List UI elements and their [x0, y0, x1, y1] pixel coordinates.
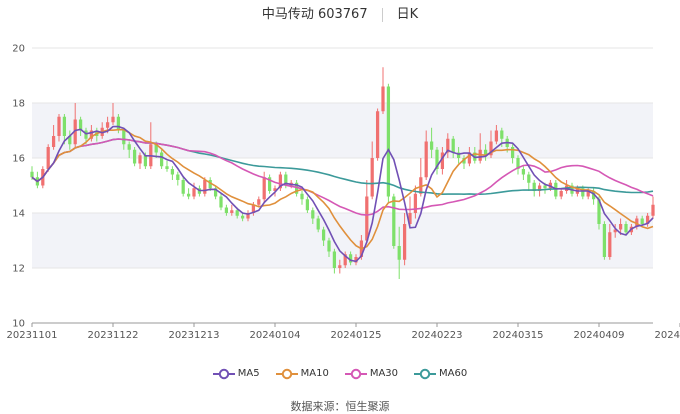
- candle-body: [219, 196, 223, 208]
- x-tick-label: 20240223: [412, 330, 463, 341]
- candle-body: [381, 86, 385, 112]
- legend-marker-icon: [212, 368, 235, 380]
- candle-body: [316, 218, 320, 230]
- candle-body: [375, 111, 380, 158]
- candle-body: [30, 171, 34, 178]
- x-tick-label: 20231122: [88, 330, 139, 341]
- candle-body: [105, 122, 110, 128]
- legend-item-ma60[interactable]: MA60: [414, 367, 467, 382]
- legend-label: MA60: [439, 368, 468, 379]
- candle-body: [132, 149, 137, 164]
- legend-label: MA5: [237, 368, 260, 379]
- candle-body: [527, 174, 531, 183]
- candle-body: [176, 174, 180, 180]
- data-source: 数据来源：恒生聚源: [290, 400, 390, 413]
- candle-body: [510, 147, 515, 158]
- x-tick-label: 20231213: [169, 330, 220, 341]
- candle-body: [203, 180, 207, 194]
- candle-body: [521, 169, 526, 175]
- candle-body: [338, 265, 342, 268]
- legend-item-ma5[interactable]: MA5: [212, 367, 260, 382]
- candle-body: [321, 229, 326, 241]
- candle-body: [127, 144, 131, 150]
- candle-body: [608, 232, 612, 257]
- candle-body: [618, 224, 623, 230]
- candle-body: [181, 180, 185, 194]
- y-tick-label: 10: [12, 319, 25, 330]
- y-tick-label: 16: [12, 154, 25, 165]
- candle-body: [257, 199, 261, 205]
- candle-body: [159, 152, 164, 167]
- legend-item-ma30[interactable]: MA30: [344, 367, 399, 382]
- candle-body: [230, 210, 234, 213]
- candle-body: [116, 116, 121, 131]
- candle-body: [500, 130, 504, 139]
- candle-body: [186, 193, 191, 197]
- candle-body: [122, 130, 126, 145]
- legend-marker-icon: [414, 368, 437, 380]
- candle-body: [235, 210, 239, 216]
- candle-body: [170, 169, 175, 175]
- candle-body: [651, 204, 655, 216]
- candle-body: [451, 138, 455, 153]
- candle-body: [424, 141, 428, 178]
- candle-body: [311, 210, 315, 219]
- legend-label: MA30: [369, 368, 399, 379]
- candle-body: [365, 196, 369, 241]
- candle-body: [494, 130, 499, 142]
- x-tick-label: 20240429: [655, 330, 680, 341]
- candle-body: [305, 199, 310, 211]
- candle-body: [386, 86, 391, 197]
- y-tick-label: 14: [12, 209, 25, 220]
- candle-body: [300, 193, 304, 200]
- candle-body: [559, 191, 563, 197]
- candle-body: [397, 246, 401, 260]
- candle-body: [46, 147, 50, 169]
- candle-body: [143, 155, 148, 167]
- legend-label: MA10: [300, 368, 329, 379]
- candle-body: [57, 116, 61, 136]
- legend-marker-icon: [344, 368, 367, 380]
- grid-band: [32, 213, 653, 268]
- y-tick-label: 20: [12, 44, 25, 55]
- candle-body: [392, 196, 396, 246]
- candle-body: [402, 224, 407, 260]
- legend: MA5 MA10 MA30 MA60: [0, 367, 680, 382]
- candle-body: [332, 251, 337, 268]
- candle-body: [327, 240, 331, 252]
- candle-body: [165, 166, 169, 169]
- legend-item-ma10[interactable]: MA10: [275, 367, 329, 382]
- x-tick-label: 20240104: [250, 330, 301, 341]
- x-tick-label: 20240315: [493, 330, 544, 341]
- candle-body: [413, 193, 418, 213]
- candle-body: [240, 215, 245, 219]
- legend-marker-icon: [275, 368, 298, 380]
- candle-body: [640, 218, 644, 224]
- x-tick-label: 20231101: [7, 330, 58, 341]
- candle-body: [224, 207, 229, 213]
- candle-body: [84, 130, 88, 139]
- candle-body: [111, 116, 115, 123]
- y-tick-label: 12: [12, 264, 25, 275]
- candle-body: [543, 185, 547, 189]
- x-tick-label: 20240125: [331, 330, 382, 341]
- candle-body: [51, 136, 56, 147]
- candle-body: [624, 224, 628, 233]
- y-tick-label: 18: [12, 99, 25, 110]
- candle-body: [138, 155, 142, 164]
- x-tick-label: 20240409: [574, 330, 625, 341]
- candle-body: [62, 116, 67, 136]
- candle-body: [602, 224, 607, 257]
- candlestick-chart: 10 12 14 16 18 20 20231101 20231122 20231213 2024…: [7, 44, 680, 341]
- candle-body: [262, 177, 266, 200]
- candle-body: [370, 158, 374, 197]
- candle-body: [192, 188, 196, 197]
- candle-body: [429, 141, 434, 150]
